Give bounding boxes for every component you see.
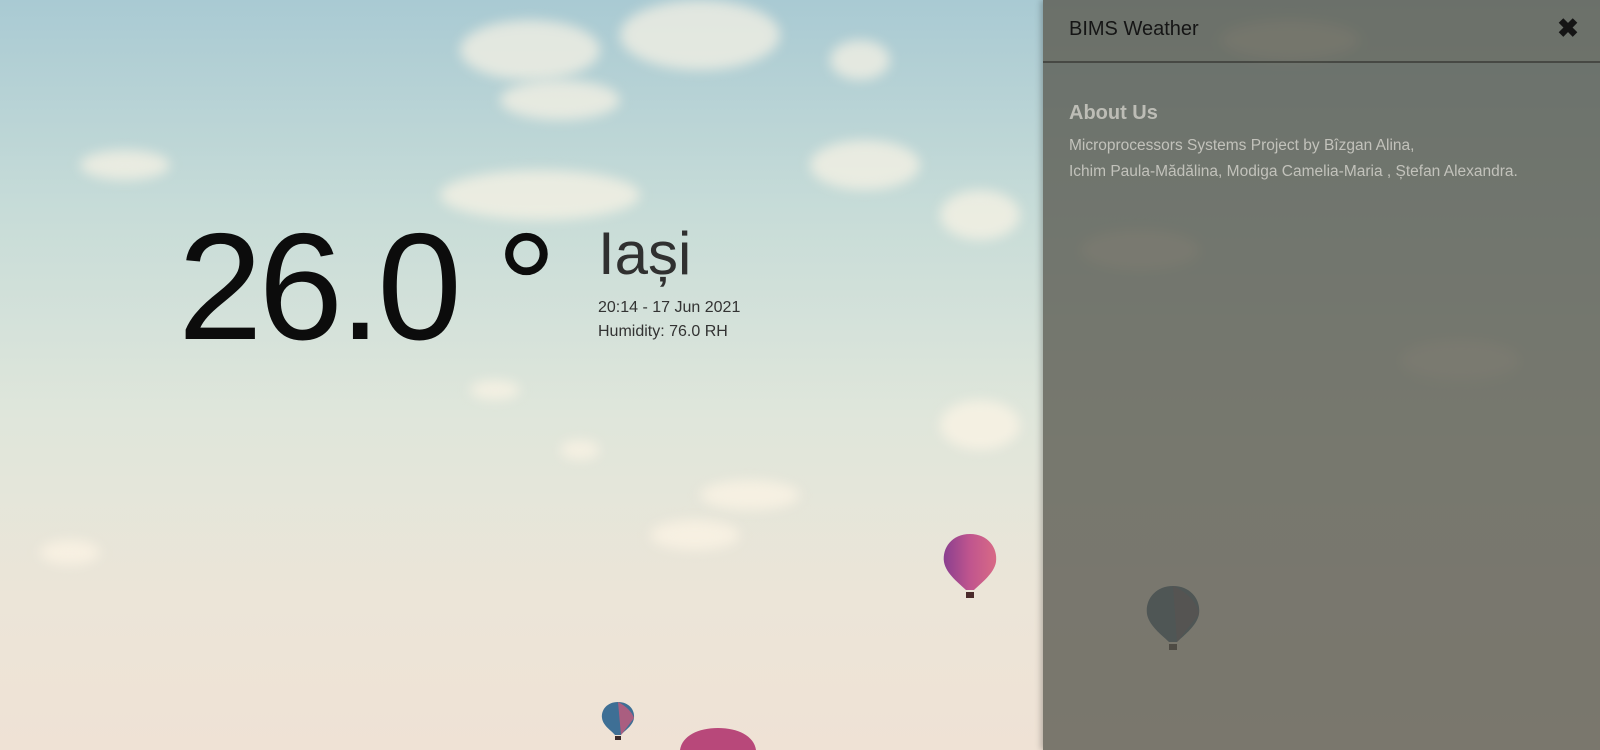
about-us-line: Microprocessors Systems Project by Bîzga…: [1069, 137, 1415, 154]
balloon-image: [680, 728, 756, 750]
temperature-value: 26.0 °: [178, 202, 557, 372]
date-time: 20:14 - 17 Jun 2021: [598, 299, 741, 316]
weather-page: 26.0 ° Iași 20:14 - 17 Jun 2021 Humidity…: [0, 0, 1600, 750]
balloon-image: [601, 702, 635, 740]
about-us-heading: About Us: [1069, 102, 1158, 124]
sidebar-header: BIMS Weather ✖: [1043, 0, 1600, 63]
about-us-text: Microprocessors Systems Project by Bîzga…: [1069, 133, 1589, 185]
close-icon[interactable]: ✖: [1554, 14, 1582, 42]
humidity-value: Humidity: 76.0 RH: [598, 323, 728, 340]
brand-title: BIMS Weather: [1069, 18, 1199, 40]
balloon-image: [943, 534, 997, 598]
sidebar-panel: BIMS Weather ✖ About Us Microprocessors …: [1043, 0, 1600, 750]
city-name: Iași: [598, 220, 692, 287]
about-us-line: Ichim Paula-Mădălina, Modiga Camelia-Mar…: [1069, 163, 1518, 180]
weather-details: 20:14 - 17 Jun 2021 Humidity: 76.0 RH: [598, 296, 740, 344]
